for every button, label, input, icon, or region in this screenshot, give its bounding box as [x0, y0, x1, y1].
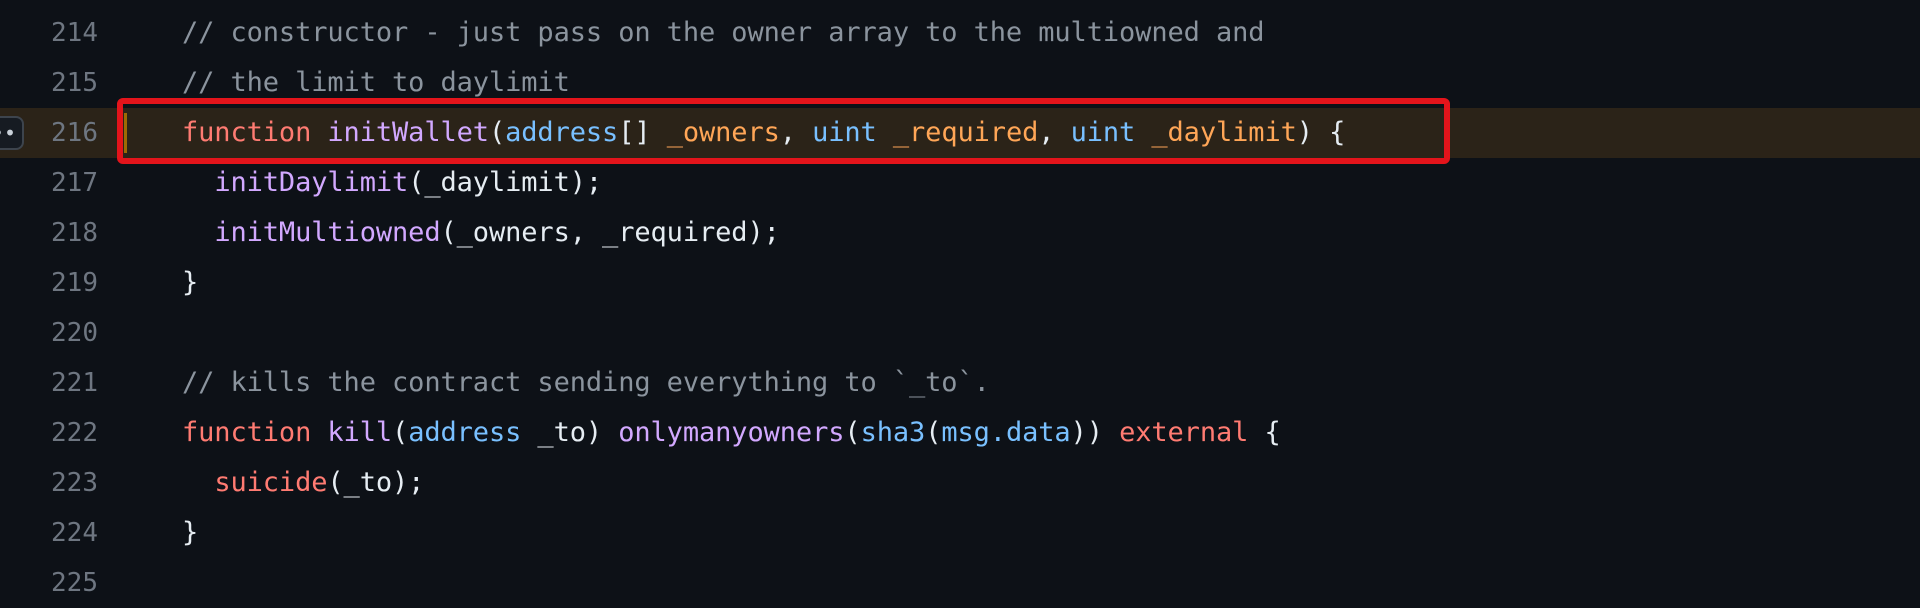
code-token: _daylimit: [1151, 117, 1297, 148]
code-token: )): [1070, 417, 1120, 448]
code-line: 218 initMultiowned(_owners, _required);: [0, 208, 1920, 258]
code-token: function: [182, 117, 312, 148]
code-line: 217 initDaylimit(_daylimit);: [0, 158, 1920, 208]
code-token: (: [488, 117, 506, 148]
line-number[interactable]: 215: [0, 58, 98, 108]
code-token: (: [925, 417, 942, 448]
highlight-marker: [124, 113, 127, 153]
code-text: initDaylimit(_daylimit);: [182, 158, 602, 208]
code-token: (_owners, _required);: [440, 217, 780, 248]
code-token: []: [618, 117, 667, 148]
code-token: address: [505, 117, 619, 148]
code-token: }: [182, 267, 199, 298]
code-token: }: [182, 517, 199, 548]
code-line: 214 // constructor - just pass on the own…: [0, 8, 1920, 58]
code-token: initMultiowned: [214, 217, 441, 248]
line-number[interactable]: 223: [0, 458, 98, 508]
code-line: 224}: [0, 508, 1920, 558]
code-token: (: [844, 417, 861, 448]
code-token: initWallet: [327, 117, 489, 148]
code-token: _to): [521, 417, 619, 448]
line-number[interactable]: 220: [0, 308, 98, 358]
code-token: uint: [812, 117, 877, 148]
code-token: uint: [1070, 117, 1136, 148]
code-token: (: [392, 417, 409, 448]
code-token: msg.data: [941, 417, 1071, 448]
line-number[interactable]: 217: [0, 158, 98, 208]
code-view: 214 // constructor - just pass on the own…: [0, 8, 1920, 608]
code-line: 219}: [0, 258, 1920, 308]
code-token: _owners: [666, 117, 780, 148]
code-line: 215 // the limit to daylimit: [0, 58, 1920, 108]
code-token: onlymanyowners: [618, 417, 845, 448]
code-token: kill: [327, 417, 393, 448]
code-line: ••216function initWallet(address[] _owne…: [0, 108, 1920, 158]
code-text: // kills the contract sending everything…: [182, 358, 990, 408]
code-text: function initWallet(address[] _owners, u…: [182, 108, 1345, 158]
line-number[interactable]: 214: [0, 8, 98, 58]
code-token: ,: [1038, 117, 1071, 148]
code-token: (_to);: [327, 467, 425, 498]
code-token: ) {: [1296, 117, 1346, 148]
line-number[interactable]: 221: [0, 358, 98, 408]
code-token: function: [182, 417, 312, 448]
code-token: // constructor - just pass on the owner …: [182, 17, 1265, 48]
line-number[interactable]: 224: [0, 508, 98, 558]
code-line: 220: [0, 308, 1920, 358]
code-line: 223 suicide(_to);: [0, 458, 1920, 508]
code-text: initMultiowned(_owners, _required);: [182, 208, 780, 258]
code-line: 222 function kill(address _to) onlymanyow…: [0, 408, 1920, 458]
code-text: }: [182, 508, 198, 558]
code-token: // the limit to daylimit: [182, 67, 570, 98]
code-token: (_daylimit);: [408, 167, 603, 198]
line-number[interactable]: 218: [0, 208, 98, 258]
code-text: suicide(_to);: [182, 458, 424, 508]
line-number[interactable]: 222: [0, 408, 98, 458]
code-text: // the limit to daylimit: [182, 58, 570, 108]
code-line: 225: [0, 558, 1920, 608]
line-number[interactable]: 216: [0, 108, 98, 158]
code-token: ,: [779, 117, 813, 148]
code-token: _required: [892, 117, 1039, 148]
code-token: address: [408, 417, 522, 448]
code-token: // kills the contract sending everything…: [182, 367, 990, 398]
code-text: function kill(address _to) onlymanyowner…: [182, 408, 1281, 458]
code-line: 221 // kills the contract sending everyth…: [0, 358, 1920, 408]
code-token: external: [1119, 417, 1249, 448]
code-token: sha3: [860, 417, 926, 448]
code-text: }: [182, 258, 198, 308]
code-token: initDaylimit: [214, 167, 409, 198]
code-text: // constructor - just pass on the owner …: [182, 8, 1265, 58]
line-number[interactable]: 219: [0, 258, 98, 308]
code-token: {: [1248, 417, 1281, 448]
code-token: suicide: [214, 467, 328, 498]
line-number[interactable]: 225: [0, 558, 98, 608]
